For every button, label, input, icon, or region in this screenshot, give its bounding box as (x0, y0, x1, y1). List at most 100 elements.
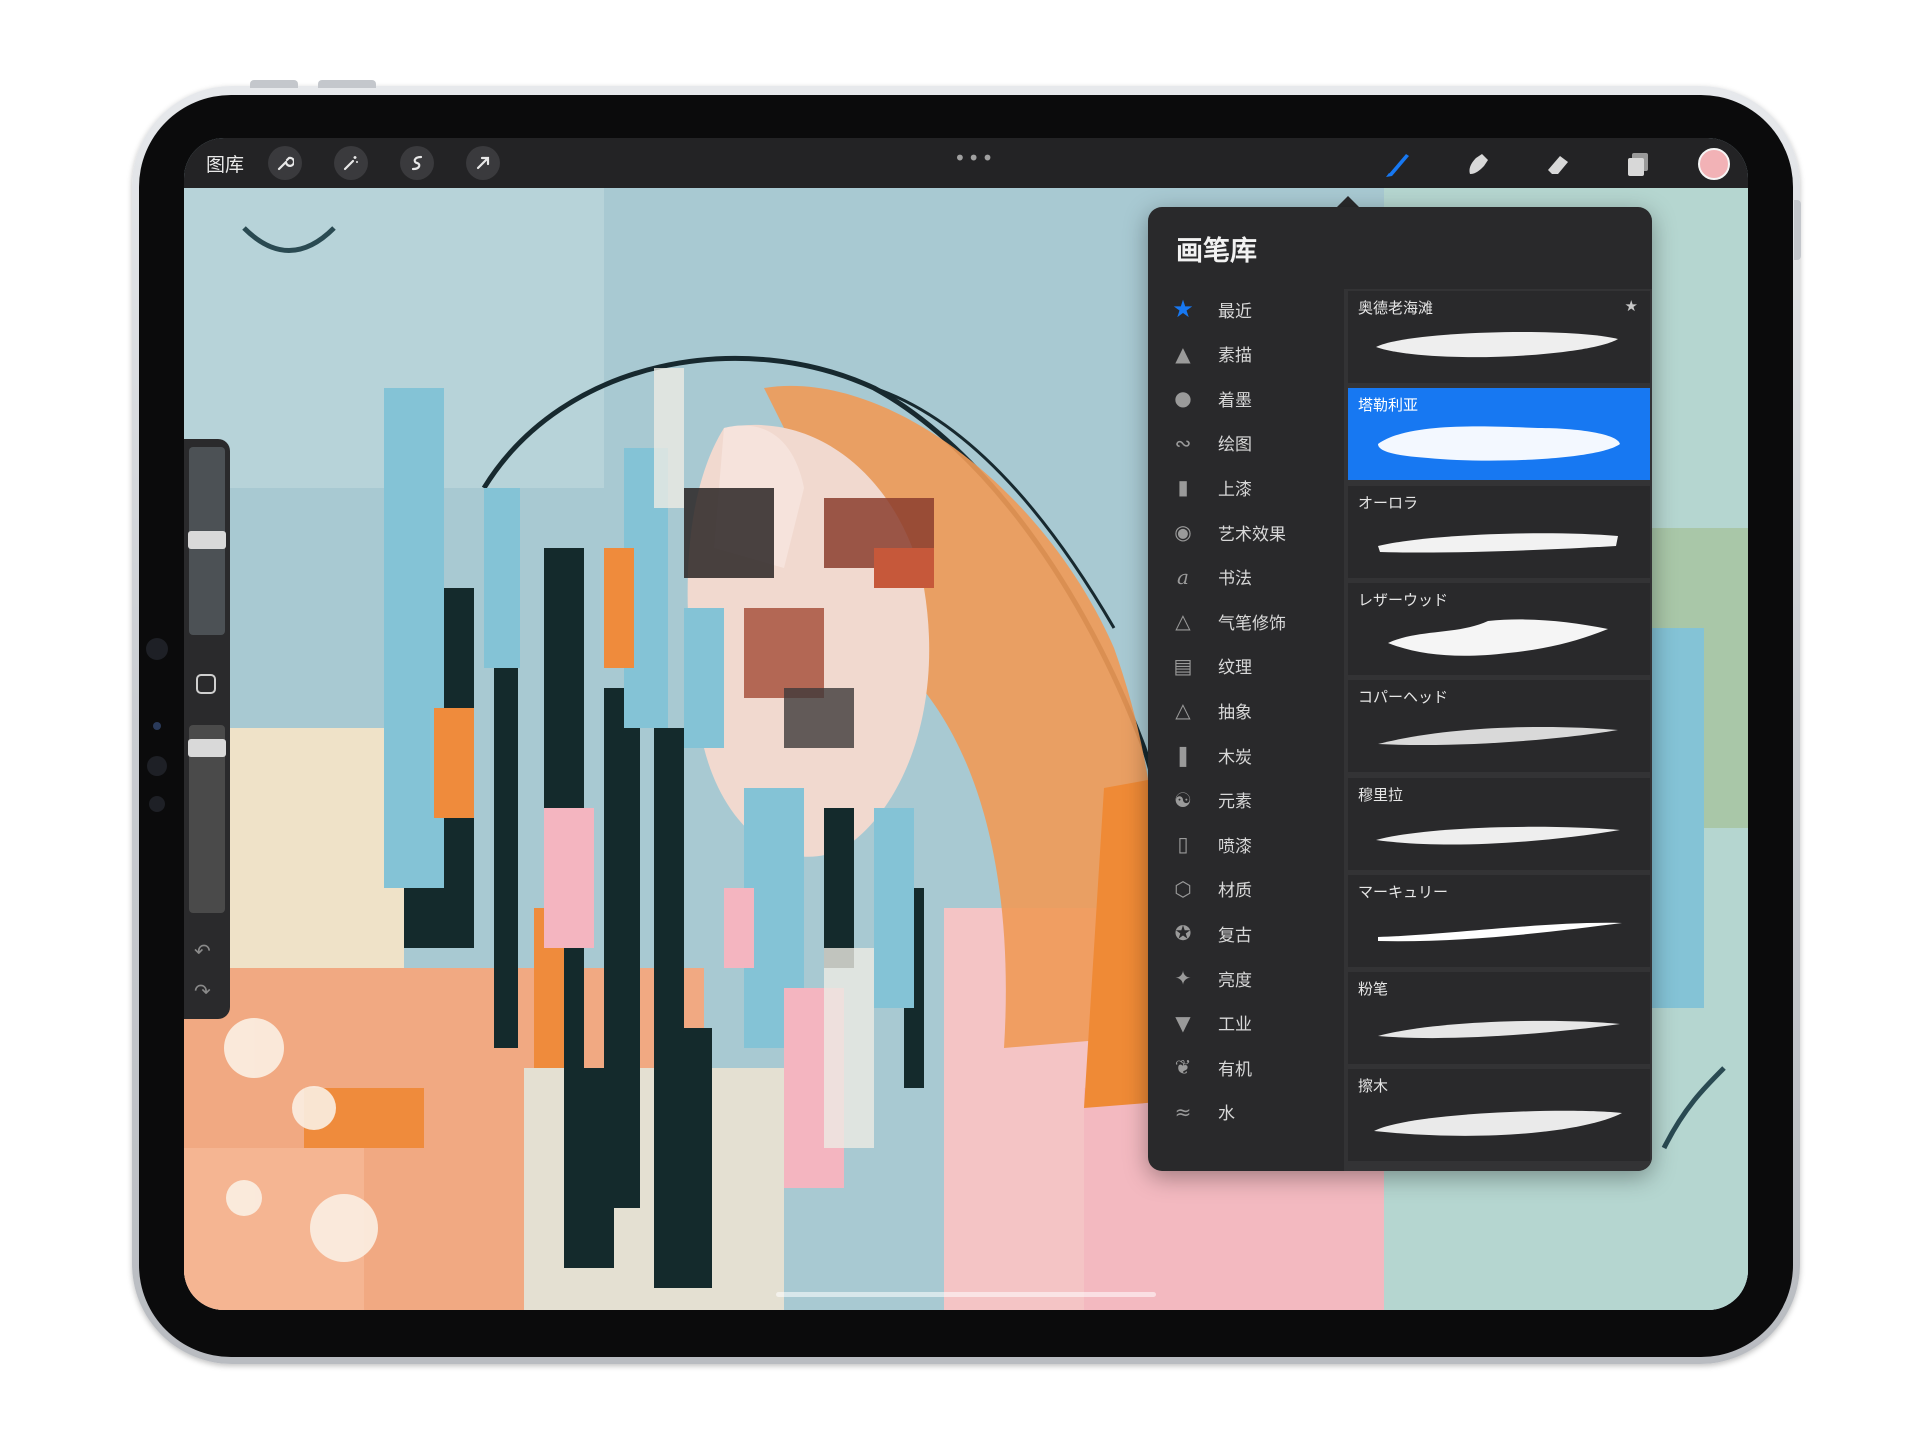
charcoal-icon: ❚ (1174, 743, 1192, 767)
camera-sensor (146, 638, 168, 660)
modify-square-button[interactable] (196, 674, 216, 694)
color-picker-swatch[interactable] (1698, 148, 1730, 180)
volume-button (318, 80, 376, 88)
brush-stroke-preview (1378, 1020, 1620, 1039)
camera-sensor-3 (149, 796, 165, 812)
brush-item[interactable]: コパーヘッド (1348, 680, 1650, 773)
waves-icon: ≈ (1174, 1099, 1192, 1124)
category-item[interactable]: ✦ 亮度 (1148, 958, 1344, 998)
wrench-icon[interactable] (268, 146, 302, 180)
brush-name: コパーヘッド (1358, 688, 1449, 707)
category-label: 最近 (1218, 301, 1252, 322)
brush-name: 穆里拉 (1358, 785, 1404, 804)
selection-icon[interactable] (400, 146, 434, 180)
brush-name: 奥德老海滩 (1358, 299, 1434, 317)
top-toolbar: 图库 ••• (184, 138, 1748, 188)
transform-arrow-icon[interactable] (466, 146, 500, 180)
category-item[interactable]: ⬡ 材质 (1148, 869, 1344, 909)
category-label: 气笔修饰 (1218, 613, 1286, 634)
pencil-tip-icon: ▲ (1175, 341, 1191, 366)
category-item[interactable]: ● 着墨 (1148, 378, 1344, 418)
category-label: 亮度 (1218, 970, 1252, 991)
panel-title: 画笔库 (1176, 236, 1257, 267)
undo-icon[interactable]: ↶ (194, 939, 211, 963)
home-indicator[interactable] (776, 1292, 1156, 1297)
category-item[interactable]: ▮ 上漆 (1148, 467, 1344, 507)
brush-name: レザーウッド (1358, 590, 1449, 609)
category-item[interactable]: ▲ 素描 (1148, 334, 1344, 374)
leaf-icon: ❦ (1174, 1055, 1192, 1080)
star-icon: ★ (1172, 295, 1194, 323)
brush-stroke-preview (1378, 426, 1620, 461)
redo-icon[interactable]: ↷ (194, 979, 211, 1003)
screen: 图库 ••• ↶ ↷ 画笔库 ★ 最近 ▲ 素描 ● 着墨 ∾ 绘图 ▮ 上漆 … (184, 138, 1748, 1310)
side-slider-bar: ↶ ↷ (184, 439, 230, 1019)
category-label: 着墨 (1218, 390, 1252, 411)
category-item[interactable]: △ 抽象 (1148, 690, 1344, 730)
category-item[interactable]: a 书法 (1148, 557, 1344, 597)
brush-icon[interactable] (1380, 146, 1416, 182)
brush-name: 粉笔 (1358, 980, 1389, 999)
anvil-icon: ▼ (1175, 1010, 1191, 1035)
brush-name: マーキュリー (1358, 882, 1449, 901)
category-item[interactable]: ★ 最近 (1148, 289, 1344, 329)
brush-item[interactable]: 擦木 (1348, 1069, 1650, 1162)
brush-item[interactable]: 粉笔 (1348, 972, 1650, 1065)
category-label: 书法 (1218, 569, 1252, 590)
magic-wand-icon[interactable] (334, 146, 368, 180)
category-item[interactable]: ∾ 绘图 (1148, 423, 1344, 463)
badge-star-icon: ✪ (1174, 921, 1192, 946)
more-indicator[interactable]: ••• (954, 146, 995, 170)
brush-item[interactable]: レザーウッド (1348, 582, 1650, 675)
category-item[interactable]: △ 气笔修饰 (1148, 601, 1344, 641)
brush-stroke-preview (1388, 619, 1608, 656)
brush-item[interactable]: 奥德老海滩 ★ (1348, 291, 1650, 383)
category-item[interactable]: ✪ 复古 (1148, 913, 1344, 953)
brush-stroke-preview (1374, 1111, 1622, 1137)
squiggle-icon: ∾ (1174, 430, 1192, 455)
palette-icon: ◉ (1174, 520, 1192, 544)
brush-name: オーロラ (1358, 493, 1419, 512)
category-label: 材质 (1218, 881, 1252, 902)
category-item[interactable]: ❦ 有机 (1148, 1047, 1344, 1087)
category-item[interactable]: ▯ 喷漆 (1148, 824, 1344, 864)
brush-item-selected[interactable]: 塔勒利亚 (1348, 388, 1650, 481)
category-label: 素描 (1218, 346, 1252, 367)
brush-item[interactable]: 穆里拉 (1348, 777, 1650, 870)
brush-stroke-preview (1378, 532, 1618, 553)
brush-library-panel: 画笔库 ★ 最近 ▲ 素描 ● 着墨 ∾ 绘图 ▮ 上漆 ◉ 艺术效果 a 书法… (1148, 207, 1652, 1171)
category-label: 工业 (1218, 1015, 1252, 1036)
category-label: 复古 (1218, 925, 1252, 946)
brush-stroke-preview (1378, 922, 1622, 942)
yin-yang-icon: ☯ (1174, 787, 1192, 812)
brush-list: 奥德老海滩 ★ 塔勒利亚 オーロラ レザーウッド コパーヘッド 穆里拉 マーキュ… (1344, 289, 1652, 1171)
category-label: 纹理 (1218, 658, 1252, 679)
category-label: 绘图 (1218, 435, 1252, 456)
layers-icon[interactable] (1620, 146, 1656, 182)
category-item[interactable]: ▤ 纹理 (1148, 646, 1344, 686)
category-item[interactable]: ◉ 艺术效果 (1148, 512, 1344, 552)
opacity-thumb[interactable] (188, 739, 226, 757)
category-item[interactable]: ❚ 木炭 (1148, 735, 1344, 775)
eraser-icon[interactable] (1540, 146, 1576, 182)
airbrush-icon: △ (1175, 609, 1191, 634)
brush-stroke-preview (1376, 332, 1618, 358)
smudge-icon[interactable] (1460, 146, 1496, 182)
category-item[interactable]: ▼ 工业 (1148, 1003, 1344, 1043)
brush-size-thumb[interactable] (188, 531, 226, 549)
brush-stroke-preview (1378, 727, 1618, 746)
category-label: 有机 (1218, 1059, 1252, 1080)
sparkle-icon: ✦ (1174, 966, 1192, 990)
camera-sensor-2 (147, 756, 167, 776)
triangle-icon: △ (1175, 698, 1191, 723)
category-label: 木炭 (1218, 747, 1252, 768)
camera-lens (153, 722, 161, 730)
spray-can-icon: ▯ (1177, 832, 1189, 857)
brush-item[interactable]: マーキュリー (1348, 874, 1650, 967)
gallery-button[interactable]: 图库 (206, 150, 244, 177)
favorite-star-icon[interactable]: ★ (1625, 297, 1638, 315)
category-item[interactable]: ☯ 元素 (1148, 780, 1344, 820)
brush-item[interactable]: オーロラ (1348, 485, 1650, 578)
ink-drop-icon: ● (1174, 386, 1192, 411)
category-item[interactable]: ≈ 水 (1148, 1092, 1344, 1132)
